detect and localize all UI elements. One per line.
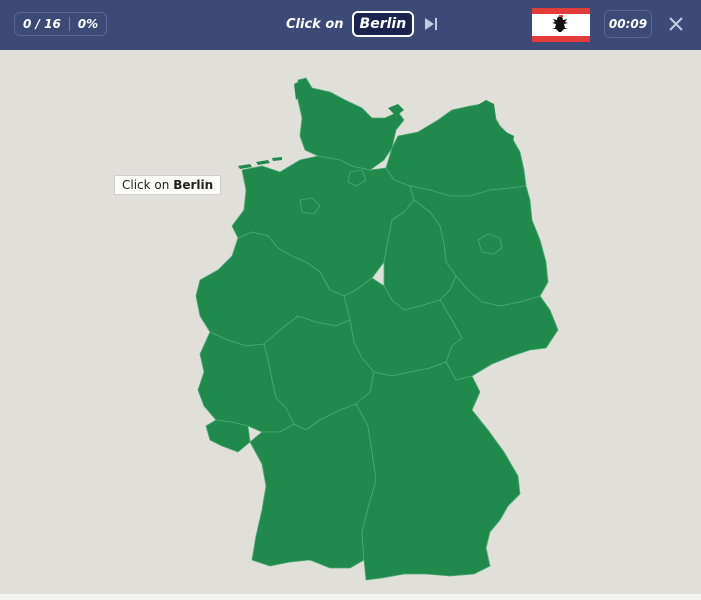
close-icon[interactable] — [666, 14, 686, 34]
tooltip: Click on Berlin — [114, 175, 222, 195]
score-box: 0 / 16 0% — [14, 12, 108, 36]
target-name: Berlin — [351, 11, 415, 37]
berlin-flag-icon — [532, 8, 590, 42]
state-saarland[interactable] — [205, 419, 251, 453]
germany-map — [195, 77, 559, 581]
timer: 00:09 — [604, 10, 652, 38]
state-schleswig-holstein[interactable] — [297, 77, 405, 171]
state-bavaria[interactable] — [355, 361, 521, 581]
island-frisian-3 — [272, 157, 282, 161]
prompt-label: Click on — [286, 16, 344, 32]
percent-score: 0% — [77, 17, 99, 31]
top-bar: 0 / 16 0% Click on Berlin 00:09 — [0, 0, 701, 50]
island-frisian-2 — [256, 160, 270, 165]
progress-counter: 0 / 16 — [23, 17, 61, 31]
question-prompt: Click on Berlin — [286, 10, 438, 38]
tooltip-prefix: Click on — [122, 178, 170, 192]
state-mecklenburg-vorpommern[interactable] — [385, 103, 527, 197]
tooltip-target: Berlin — [173, 178, 214, 192]
skip-forward-icon[interactable] — [424, 17, 438, 31]
bottom-strip — [0, 594, 701, 600]
island-fehmarn — [388, 104, 404, 116]
